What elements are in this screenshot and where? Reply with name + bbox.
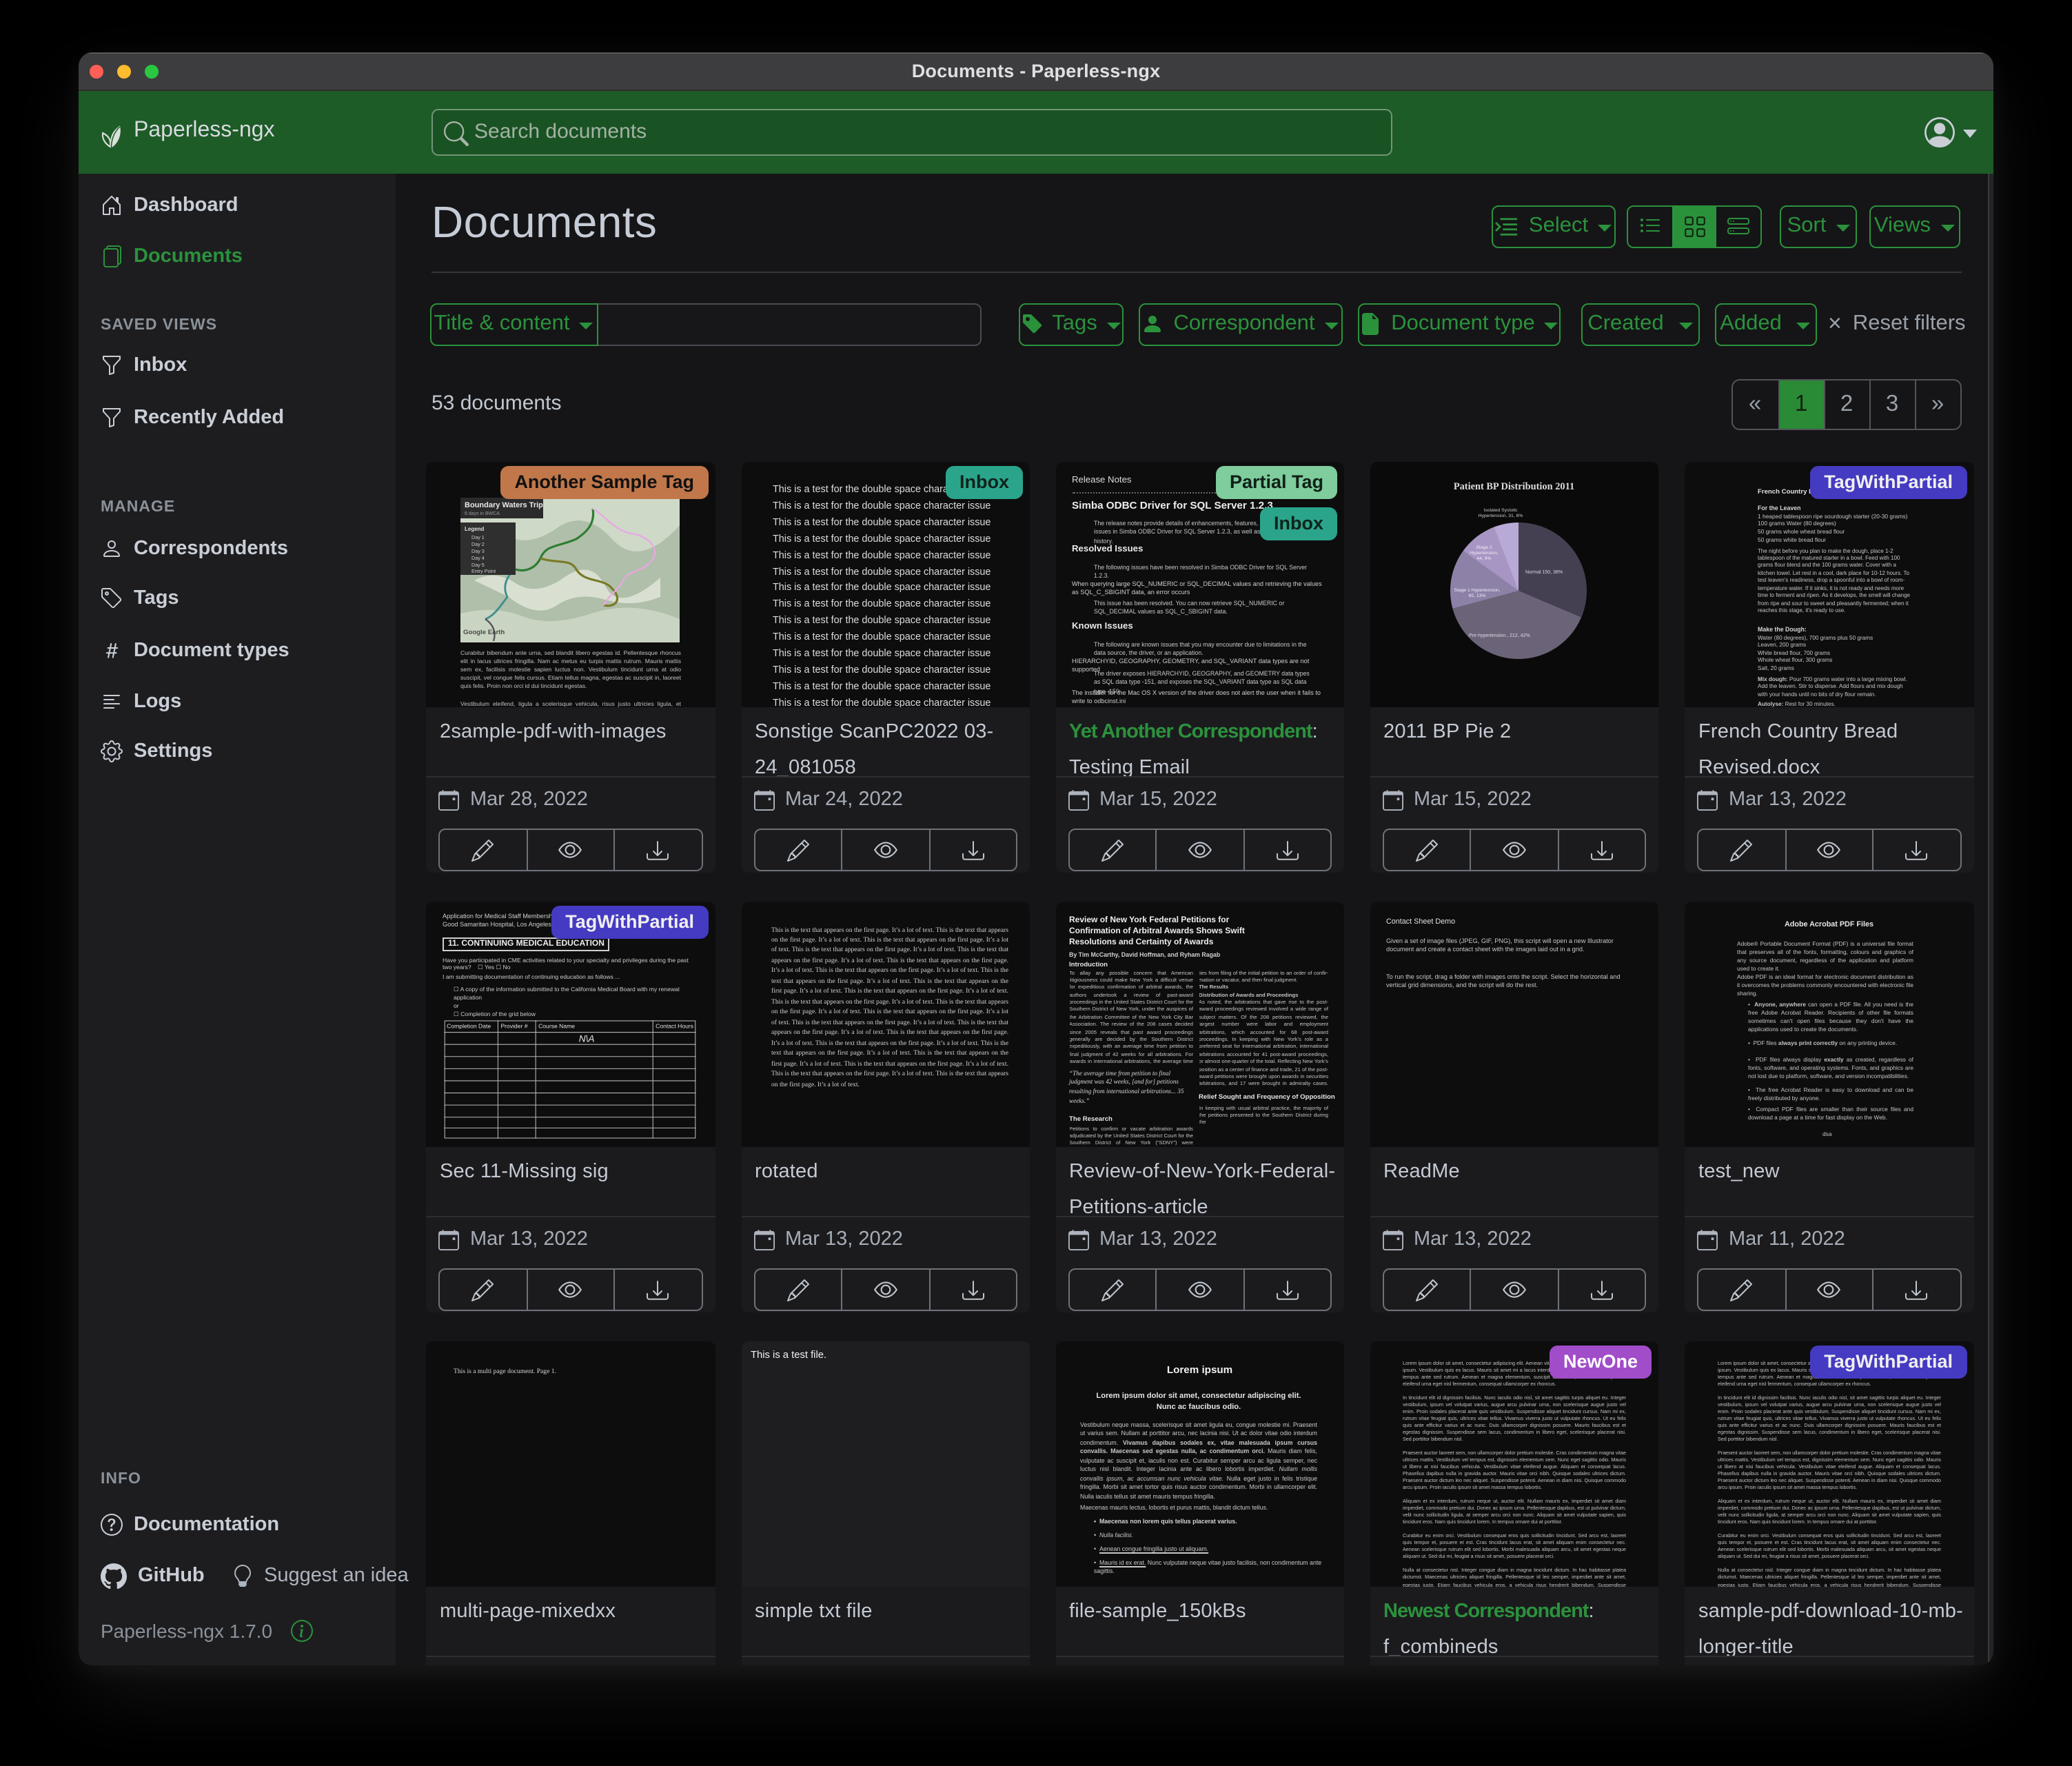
svg-text:Day 3: Day 3: [471, 547, 484, 554]
svg-text:Entry Point: Entry Point: [471, 567, 495, 574]
svg-text:Google Earth: Google Earth: [463, 628, 504, 636]
svg-text:Day 2: Day 2: [471, 540, 484, 547]
svg-text:Contact Hours: Contact Hours: [656, 1022, 693, 1029]
svg-text:Legend: Legend: [464, 525, 484, 531]
svg-text:N\A: N\A: [579, 1033, 595, 1043]
svg-text:Day 1: Day 1: [471, 534, 484, 540]
svg-text:6 days in BWCA: 6 days in BWCA: [464, 511, 499, 516]
svg-text:Boundary Waters Trip: Boundary Waters Trip: [464, 500, 542, 509]
svg-text:Completion Date: Completion Date: [447, 1022, 491, 1029]
svg-text:Day 5: Day 5: [471, 561, 484, 567]
svg-text:Provider #: Provider #: [500, 1022, 527, 1029]
svg-text:Day 4: Day 4: [471, 554, 484, 560]
svg-text:Course Name: Course Name: [538, 1022, 575, 1029]
